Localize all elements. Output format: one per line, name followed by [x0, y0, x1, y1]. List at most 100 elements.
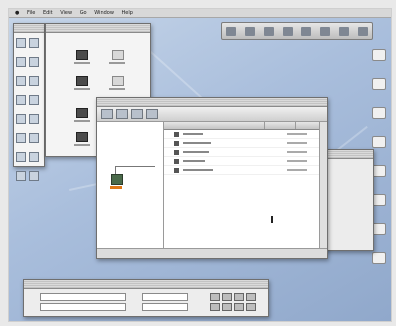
- menu-item[interactable]: Help: [122, 10, 133, 16]
- column-size[interactable]: [265, 122, 296, 129]
- menu-bar: ● File Edit View Go Window Help: [9, 9, 391, 18]
- tool-button[interactable]: [29, 57, 39, 67]
- tool-button[interactable]: [29, 152, 39, 162]
- tool-button[interactable]: [16, 152, 26, 162]
- folder-icon[interactable]: [372, 78, 386, 90]
- folder-icon[interactable]: [372, 136, 386, 148]
- row-label: [183, 133, 203, 135]
- row-label: [183, 151, 209, 153]
- row-label: [183, 142, 211, 144]
- panel-button[interactable]: [234, 293, 244, 301]
- window-titlebar[interactable]: [46, 24, 150, 33]
- launcher-icon[interactable]: [226, 26, 237, 36]
- panel-button[interactable]: [234, 303, 244, 311]
- list-row[interactable]: [164, 148, 327, 157]
- tool-button[interactable]: [29, 133, 39, 143]
- tool-button[interactable]: [16, 76, 26, 86]
- list-row[interactable]: [164, 157, 327, 166]
- forward-button[interactable]: [116, 109, 128, 119]
- tool-button[interactable]: [29, 114, 39, 124]
- list-row[interactable]: [164, 166, 327, 175]
- menu-item[interactable]: Window: [94, 10, 114, 16]
- row-size: [287, 160, 307, 162]
- file-icon: [174, 158, 179, 164]
- tool-button[interactable]: [16, 38, 26, 48]
- back-button[interactable]: [101, 109, 113, 119]
- window-toolbar: [97, 107, 327, 122]
- computer-icon[interactable]: [76, 50, 88, 60]
- launcher-icon[interactable]: [282, 26, 293, 36]
- row-size: [287, 169, 307, 171]
- file-icon: [174, 140, 179, 146]
- list-row[interactable]: [164, 130, 327, 139]
- icon-label: [74, 62, 90, 64]
- panel-button[interactable]: [246, 303, 256, 311]
- launcher-icon[interactable]: [263, 26, 274, 36]
- tool-button[interactable]: [29, 38, 39, 48]
- window-titlebar[interactable]: [14, 24, 44, 33]
- row-size: [287, 151, 307, 153]
- tool-button[interactable]: [16, 114, 26, 124]
- computer-icon[interactable]: [76, 132, 88, 142]
- tool-button[interactable]: [29, 171, 39, 181]
- icon-label: [109, 88, 125, 90]
- file-icon: [174, 167, 179, 173]
- computer-icon[interactable]: [76, 108, 88, 118]
- computer-icon[interactable]: [76, 76, 88, 86]
- list-header: [164, 122, 327, 130]
- disk-icon[interactable]: [372, 194, 386, 206]
- network-node-icon[interactable]: [111, 174, 123, 185]
- file-icon: [174, 149, 179, 155]
- launcher-icon[interactable]: [338, 26, 349, 36]
- tool-button[interactable]: [29, 76, 39, 86]
- file-icon: [174, 131, 179, 137]
- launcher-icon[interactable]: [357, 26, 368, 36]
- file-list-pane: [164, 122, 327, 248]
- panel-button[interactable]: [222, 293, 232, 301]
- screenshot-frame: ● File Edit View Go Window Help: [8, 8, 392, 322]
- list-row[interactable]: [164, 139, 327, 148]
- tool-button[interactable]: [16, 57, 26, 67]
- view-button[interactable]: [146, 109, 158, 119]
- menu-item[interactable]: View: [60, 10, 72, 16]
- tool-button[interactable]: [16, 171, 26, 181]
- panel-button[interactable]: [246, 293, 256, 301]
- text-field[interactable]: [142, 293, 188, 301]
- text-field[interactable]: [40, 303, 126, 311]
- launcher-icon[interactable]: [301, 26, 312, 36]
- menu-item[interactable]: File: [27, 10, 35, 16]
- document-icon[interactable]: [112, 76, 124, 86]
- menu-item[interactable]: Edit: [43, 10, 53, 16]
- panel-button[interactable]: [222, 303, 232, 311]
- apple-menu-icon[interactable]: ●: [15, 10, 19, 16]
- text-field[interactable]: [142, 303, 188, 311]
- panel-button[interactable]: [210, 303, 220, 311]
- tree-connector: [115, 166, 116, 174]
- icon-label: [74, 144, 90, 146]
- selected-node-highlight: [110, 186, 122, 189]
- network-tree-pane: [97, 122, 164, 248]
- column-name[interactable]: [164, 122, 265, 129]
- tool-button[interactable]: [29, 95, 39, 105]
- icon-label: [74, 120, 90, 122]
- vertical-scrollbar[interactable]: [319, 122, 327, 248]
- tool-button[interactable]: [16, 133, 26, 143]
- window-titlebar[interactable]: [97, 98, 327, 107]
- network-icon[interactable]: [372, 165, 386, 177]
- icon-label: [74, 88, 90, 90]
- text-field[interactable]: [40, 293, 126, 301]
- hard-drive-icon[interactable]: [372, 49, 386, 61]
- trash-icon[interactable]: [372, 252, 386, 264]
- launcher-icon[interactable]: [320, 26, 331, 36]
- launcher-icon[interactable]: [245, 26, 256, 36]
- row-label: [183, 169, 213, 171]
- row-size: [287, 142, 307, 144]
- tool-button[interactable]: [16, 95, 26, 105]
- document-icon[interactable]: [112, 50, 124, 60]
- panel-button[interactable]: [210, 293, 220, 301]
- folder-icon[interactable]: [372, 107, 386, 119]
- window-titlebar[interactable]: [24, 280, 268, 289]
- disk-icon[interactable]: [372, 223, 386, 235]
- menu-item[interactable]: Go: [80, 10, 87, 16]
- view-button[interactable]: [131, 109, 143, 119]
